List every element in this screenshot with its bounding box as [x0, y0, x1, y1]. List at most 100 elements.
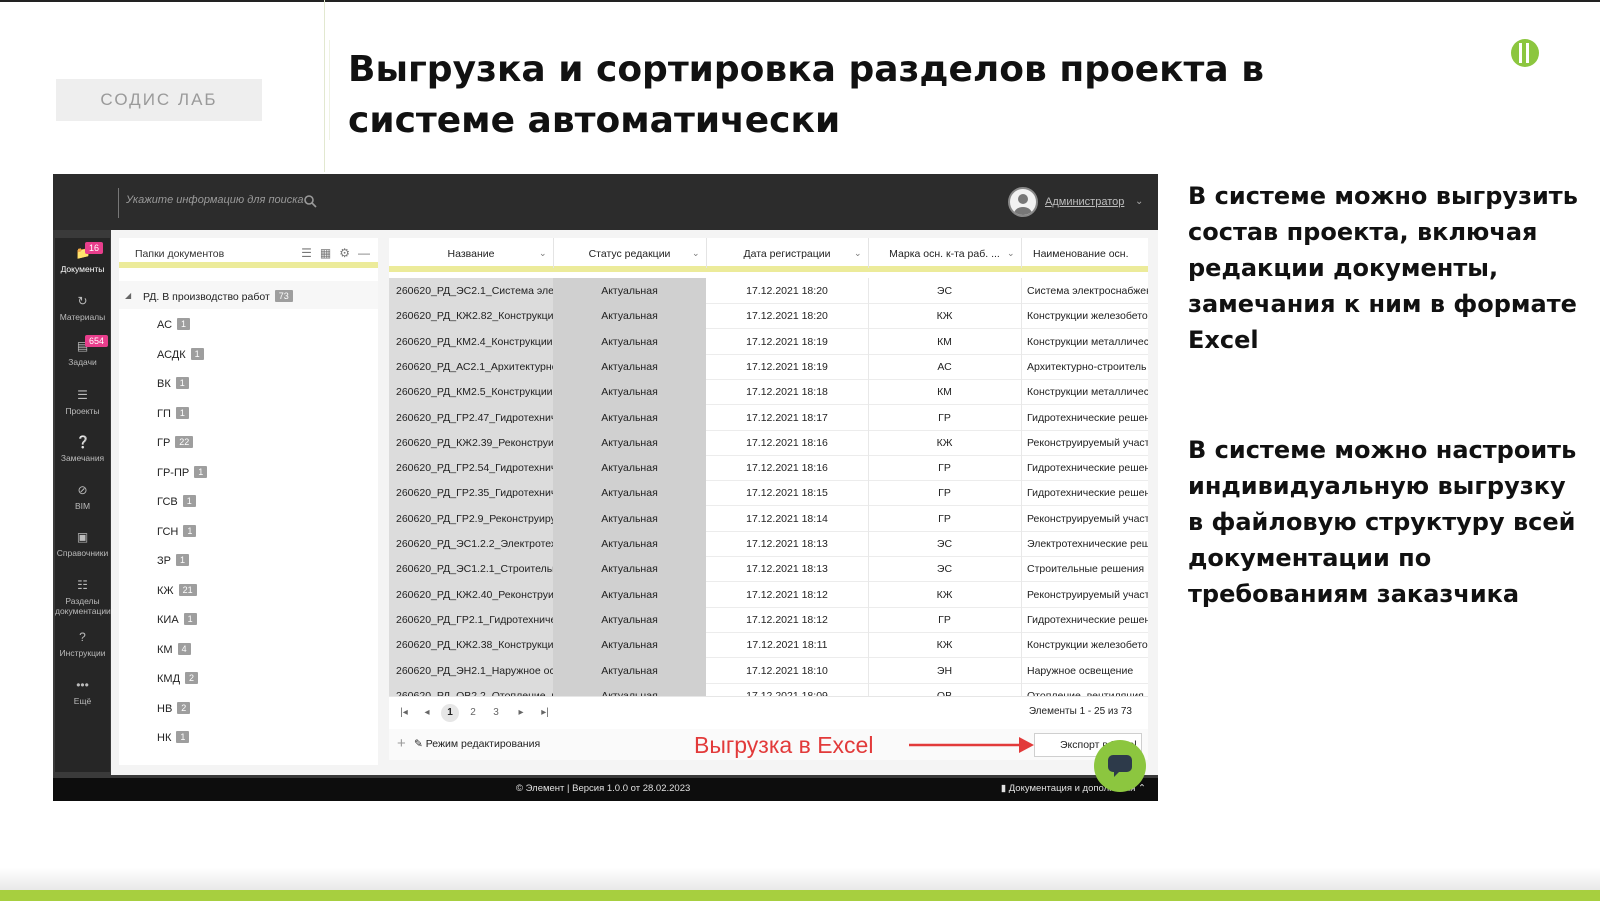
tree-root[interactable]: ◢ РД. В производство работ 73: [119, 281, 378, 309]
folder-item[interactable]: ГСВ 1: [157, 495, 196, 508]
search-icon[interactable]: [303, 194, 317, 208]
table-row[interactable]: 260620_РД_АС2.1_Архитектурно- Актуальная 1…: [389, 353, 1148, 380]
chevron-down-icon[interactable]: ⌄: [692, 248, 700, 259]
first-page-button[interactable]: |◂: [395, 704, 413, 722]
folder-label: КЖ: [157, 584, 174, 597]
table-row[interactable]: 260620_РД_КЖ2.40_Реконструир Актуальная 17…: [389, 581, 1148, 608]
chevron-down-icon[interactable]: ⌄: [1135, 196, 1143, 207]
folder-item[interactable]: КМД 2: [157, 672, 199, 685]
table-row[interactable]: 260620_РД_КМ2.5_Конструкции м Актуальная 1…: [389, 379, 1148, 406]
chevron-down-icon[interactable]: ⌄: [539, 248, 547, 259]
column-header[interactable]: Наименование осн.: [1033, 248, 1129, 260]
folder-label: ГР-ПР: [157, 466, 190, 479]
table-row[interactable]: 260620_РД_КЖ2.82_Конструкции Актуальная 17…: [389, 303, 1148, 330]
folder-item[interactable]: ГСН 1: [157, 524, 197, 538]
user-menu[interactable]: Администратор: [1045, 196, 1124, 208]
table-row[interactable]: 260620_РД_ЭС1.2.1_Строительны Актуальная 1…: [389, 556, 1148, 583]
table-cell: 17.12.2021 18:16: [746, 462, 828, 475]
table-cell: ГР: [938, 487, 951, 500]
archive-icon: ▣: [76, 530, 89, 544]
nav-item[interactable]: ☷ Разделы документации: [55, 578, 111, 616]
table-row[interactable]: 260620_РД_ГР2.1_Гидротехничес Актуальная 1…: [389, 606, 1148, 633]
nav-item[interactable]: ••• Ещё: [55, 678, 110, 706]
nav-item[interactable]: ☰ Проекты: [55, 388, 110, 416]
last-page-button[interactable]: ▸|: [536, 704, 554, 722]
chat-button[interactable]: [1094, 740, 1146, 792]
table-row[interactable]: 260620_РД_КМ2.4_Конструкции м Актуальная 1…: [389, 328, 1148, 355]
folder-item[interactable]: ВК 1: [157, 377, 189, 390]
table-row[interactable]: 260620_РД_КЖ2.38_Конструкции Актуальная 17…: [389, 632, 1148, 659]
folder-item[interactable]: ГР 22: [157, 436, 194, 449]
page-button[interactable]: 2: [464, 704, 482, 722]
next-page-button[interactable]: ▸: [512, 704, 530, 722]
table-cell: КЖ: [936, 588, 953, 601]
table-cell: 17.12.2021 18:17: [746, 411, 828, 424]
nav-item[interactable]: ? Инструкции: [55, 630, 110, 658]
page-button[interactable]: 3: [487, 704, 505, 722]
column-header[interactable]: Статус редакции: [553, 248, 706, 260]
chevron-down-icon[interactable]: ⌄: [854, 248, 862, 259]
table-cell: 260620_РД_ЭС1.2.1_Строительны: [389, 556, 553, 583]
folder-item[interactable]: АС 1: [157, 318, 191, 331]
folder-item[interactable]: ГП 1: [157, 406, 189, 420]
table-cell: Конструкции железобето: [1027, 639, 1148, 652]
table-row[interactable]: 260620_РД_ЭН2.1_Наружное осв Актуальная 17…: [389, 657, 1148, 684]
minimize-icon[interactable]: —: [358, 246, 370, 260]
folder-item[interactable]: НВ 2: [157, 701, 191, 715]
column-header[interactable]: Название: [389, 248, 553, 260]
search-input[interactable]: Укажите информацию для поиска: [126, 194, 304, 206]
table-cell: 260620_РД_КЖ2.82_Конструкции: [389, 303, 553, 330]
table-row[interactable]: 260620_РД_ГР2.54_Гидротехниче Актуальная 1…: [389, 455, 1148, 482]
prev-page-button[interactable]: ◂: [418, 704, 436, 722]
nav-item[interactable]: ▣ Справочники: [55, 530, 110, 558]
grid-body: 260620_РД_ЭС2.1_Система элект Актуальная 1…: [389, 278, 1148, 696]
table-cell: ЭС: [936, 563, 953, 576]
count-badge: 73: [274, 290, 293, 302]
add-icon[interactable]: +: [397, 735, 406, 752]
table-row[interactable]: 260620_РД_ГР2.35_Гидротехниче Актуальная 1…: [389, 480, 1148, 507]
nav-item[interactable]: ↻ Материалы: [55, 294, 110, 322]
table-cell: Конструкции металличес: [1027, 386, 1148, 399]
table-cell: Гидротехнические решен: [1027, 613, 1148, 626]
table-row[interactable]: 260620_РД_ЭС2.1_Система элект Актуальная 1…: [389, 278, 1148, 304]
nav-item[interactable]: ▤ Задачи 654: [55, 335, 110, 367]
count-badge: 654: [85, 335, 109, 347]
copyright-text: © Элемент | Версия 1.0.0 от 28.02.2023: [516, 783, 691, 794]
column-header[interactable]: Дата регистрации: [706, 248, 868, 260]
collapse-triangle-icon[interactable]: ◢: [125, 291, 131, 300]
folder-item[interactable]: АСДК 1: [157, 347, 204, 361]
folder-item[interactable]: НК 1: [157, 731, 190, 744]
gear-icon[interactable]: ⚙: [339, 246, 350, 260]
table-row[interactable]: 260620_РД_ГР2.47_Гидротехниче Актуальная 1…: [389, 404, 1148, 431]
nav-item[interactable]: 📁 Документы 16: [55, 242, 110, 274]
table-cell: Актуальная: [553, 581, 706, 608]
nav-item[interactable]: ⊘ BIM: [55, 483, 110, 511]
folder-item[interactable]: КЖ 21: [157, 583, 197, 597]
column-header[interactable]: Марка осн. к-та раб. ...: [868, 248, 1021, 260]
divider-line: [329, 40, 330, 140]
nav-item-label: Проекты: [65, 406, 100, 416]
folder-item[interactable]: ЗР 1: [157, 554, 189, 567]
chevron-down-icon[interactable]: ⌄: [1007, 248, 1015, 259]
table-cell: Актуальная: [553, 303, 706, 330]
folder-item[interactable]: ГР-ПР 1: [157, 465, 208, 479]
table-view-icon[interactable]: ▦: [320, 246, 331, 260]
folder-item[interactable]: КМ 4: [157, 642, 191, 656]
nav-item[interactable]: ❔ Замечания: [55, 435, 110, 463]
table-cell: 260620_РД_ЭС1.2.2_Электротехн: [389, 531, 553, 557]
table-cell: Актуальная: [553, 404, 706, 431]
nav-item-label: Разделы документации: [55, 596, 111, 616]
table-row[interactable]: 260620_РД_ГР2.9_Реконструируе Актуальная 1…: [389, 505, 1148, 532]
table-row[interactable]: 260620_РД_ЭС1.2.2_Электротехн Актуальная 1…: [389, 531, 1148, 557]
list-view-icon[interactable]: ☰: [301, 246, 312, 260]
table-cell: 17.12.2021 18:09: [746, 689, 828, 696]
folder-item[interactable]: КИА 1: [157, 613, 197, 626]
avatar[interactable]: [1008, 187, 1038, 217]
table-row[interactable]: 260620_РД_ОВ2.2_Отопление, ве Актуальная 1…: [389, 682, 1148, 696]
compass-icon: ⊘: [77, 483, 88, 497]
count-badge: 1: [182, 495, 196, 507]
table-cell: Реконструируемый участ: [1027, 512, 1148, 525]
page-button[interactable]: 1: [441, 704, 459, 722]
edit-mode-button[interactable]: ✎ Режим редактирования: [414, 738, 540, 750]
table-row[interactable]: 260620_РД_КЖ2.39_Реконструир Актуальная 17…: [389, 429, 1148, 456]
